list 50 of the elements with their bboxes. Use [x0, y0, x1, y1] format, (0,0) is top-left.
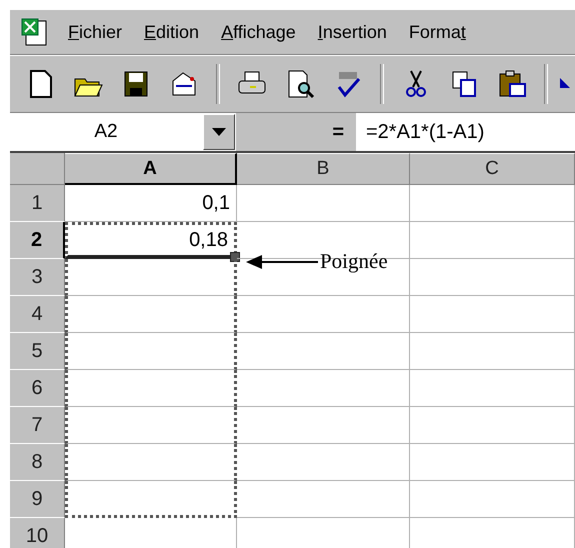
column-header[interactable]: B: [237, 153, 410, 185]
table-cell[interactable]: [65, 296, 237, 333]
dropdown-arrow-icon[interactable]: [212, 128, 226, 136]
menu-item[interactable]: Insertion: [314, 20, 391, 44]
menu-item[interactable]: Edition: [140, 20, 204, 44]
row-header[interactable]: 9: [10, 481, 65, 518]
row-header[interactable]: 10: [10, 518, 65, 548]
formula-field[interactable]: =2*A1*(1-A1): [356, 113, 575, 151]
table-cell[interactable]: [410, 370, 575, 407]
table-cell[interactable]: [237, 185, 410, 222]
table-cell[interactable]: [65, 370, 237, 407]
annotation-label: Poignée: [320, 249, 388, 274]
table-cell[interactable]: [410, 481, 575, 518]
column-header[interactable]: A: [65, 153, 237, 185]
table-cell[interactable]: [237, 444, 410, 481]
row-header[interactable]: 5: [10, 333, 65, 370]
table-cell[interactable]: [410, 222, 575, 259]
table-cell[interactable]: 0,1: [65, 185, 237, 222]
row-header[interactable]: 7: [10, 407, 65, 444]
menu-item[interactable]: Fichier: [64, 20, 126, 44]
row-header[interactable]: 3: [10, 259, 65, 296]
table-cell[interactable]: [237, 333, 410, 370]
name-box[interactable]: A2: [10, 113, 236, 151]
table-cell[interactable]: [410, 296, 575, 333]
row-header[interactable]: 4: [10, 296, 65, 333]
row-header[interactable]: 2: [10, 222, 65, 259]
table-cell[interactable]: [410, 444, 575, 481]
row-header[interactable]: 8: [10, 444, 65, 481]
menu-item[interactable]: Format: [404, 20, 470, 44]
table-cell[interactable]: [237, 481, 410, 518]
equals-sign[interactable]: =: [332, 120, 344, 144]
table-cell[interactable]: [65, 481, 237, 518]
table-cell[interactable]: [410, 259, 575, 296]
table-cell[interactable]: [237, 407, 410, 444]
table-cell[interactable]: [410, 185, 575, 222]
table-cell[interactable]: [237, 296, 410, 333]
column-header[interactable]: C: [410, 153, 575, 185]
row-header[interactable]: 1: [10, 185, 65, 222]
table-cell[interactable]: [410, 333, 575, 370]
table-cell[interactable]: [65, 444, 237, 481]
table-cell[interactable]: [65, 259, 237, 296]
table-cell[interactable]: [410, 407, 575, 444]
select-all-corner[interactable]: [10, 153, 65, 185]
menu-item[interactable]: Affichage: [217, 20, 300, 44]
leader-arrow: [246, 254, 318, 270]
table-cell[interactable]: 0,18: [65, 222, 237, 259]
table-cell[interactable]: [237, 370, 410, 407]
row-header[interactable]: 6: [10, 370, 65, 407]
table-cell[interactable]: [65, 333, 237, 370]
table-cell[interactable]: [65, 407, 237, 444]
